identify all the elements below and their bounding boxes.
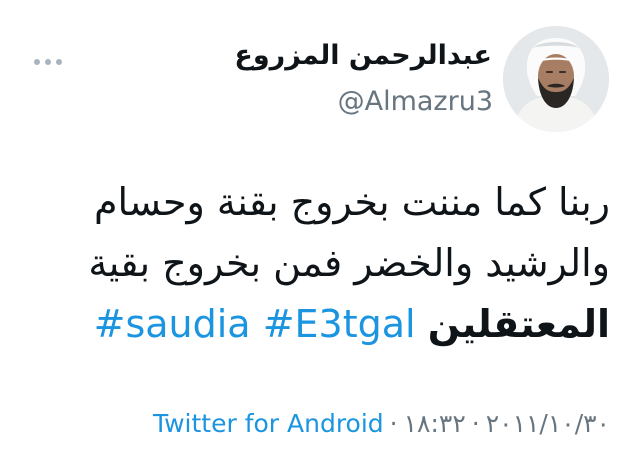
- tweet-text-word: المعتقلين: [427, 302, 610, 346]
- meta-separator: ·: [471, 409, 480, 438]
- tweet-text-line: والرشيد والخضر فمن بخروج بقية: [88, 241, 610, 285]
- tweet-text-line: ربنا كما مننت بخروج بقنة وحسام: [93, 180, 610, 224]
- avatar[interactable]: [503, 26, 609, 132]
- tweet-text: ربنا كما مننت بخروج بقنة وحسام والرشيد و…: [50, 172, 610, 355]
- tweet-source-link[interactable]: Twitter for Android: [153, 409, 384, 438]
- more-dot: [45, 59, 51, 65]
- more-dot: [34, 59, 40, 65]
- tweet-time: ١٨:٣٢: [403, 409, 466, 438]
- more-options-icon[interactable]: [30, 52, 66, 72]
- user-photo-avatar: [503, 26, 609, 132]
- more-dot: [56, 59, 62, 65]
- hashtag-link[interactable]: #saudia: [94, 302, 251, 346]
- hashtag-link[interactable]: #E3tgal: [263, 302, 416, 346]
- tweet-metadata: ٢٠١١/١٠/٣٠·١٨:٣٢·Twitter for Android: [153, 406, 610, 442]
- tweet-text-line: المعتقلين #E3tgal #saudia: [50, 294, 610, 355]
- author-handle[interactable]: @Almazru3: [338, 84, 493, 120]
- tweet-card: عبدالرحمن المزروع @Almazru3 ربنا كما منن…: [0, 0, 640, 468]
- meta-separator: ·: [389, 409, 398, 438]
- author-display-name[interactable]: عبدالرحمن المزروع: [234, 38, 492, 74]
- tweet-date: ٢٠١١/١٠/٣٠: [485, 409, 610, 438]
